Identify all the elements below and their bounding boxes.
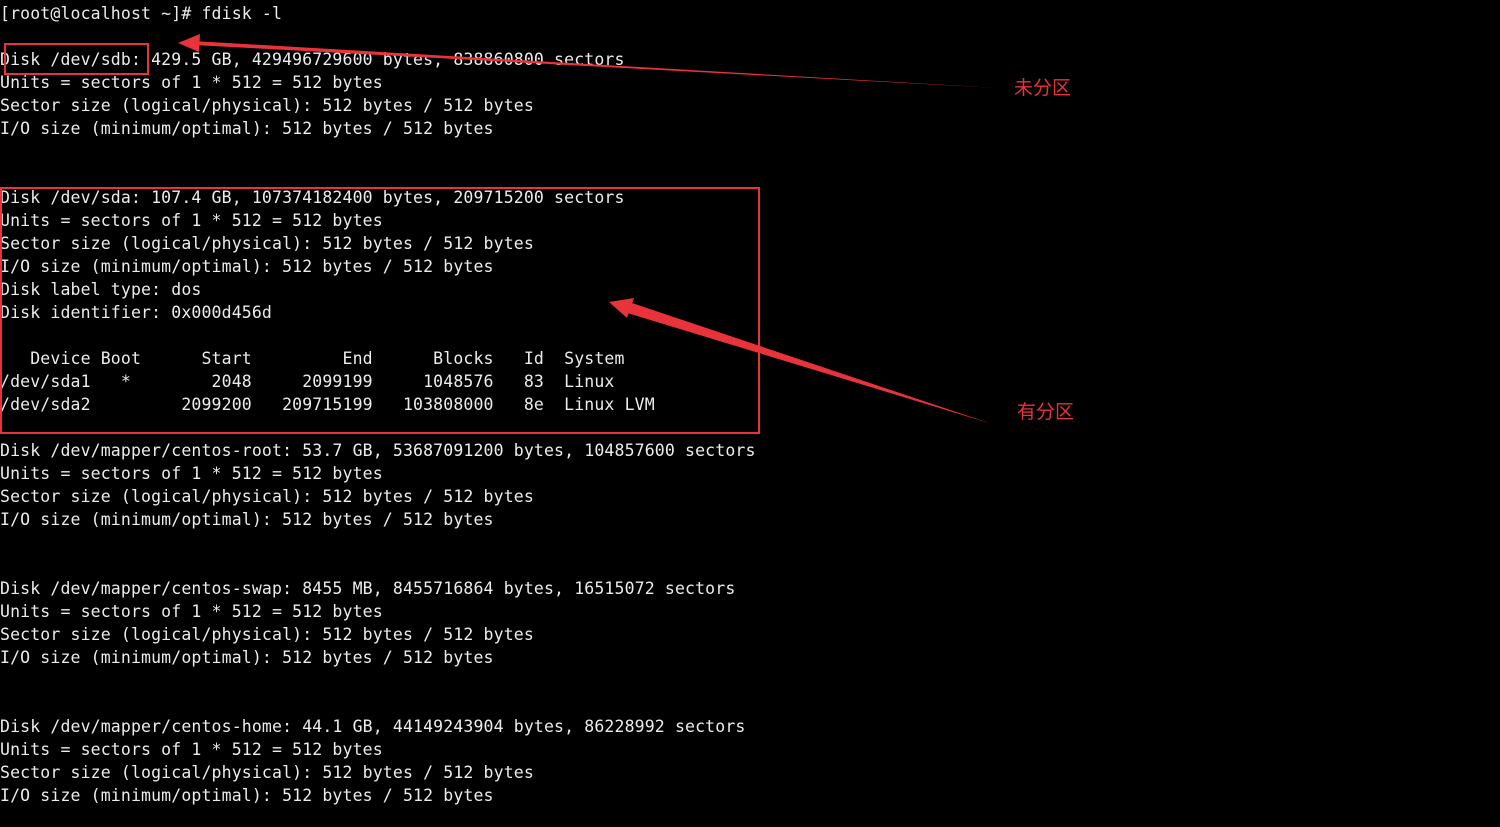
terminal-line: Sector size (logical/physical): 512 byte… bbox=[0, 763, 534, 782]
terminal-line: I/O size (minimum/optimal): 512 bytes / … bbox=[0, 257, 494, 276]
terminal-line: Device Boot Start End Blocks Id System bbox=[0, 349, 625, 368]
terminal-line: Sector size (logical/physical): 512 byte… bbox=[0, 625, 534, 644]
terminal-line: Sector size (logical/physical): 512 byte… bbox=[0, 96, 534, 115]
terminal-line: Units = sectors of 1 * 512 = 512 bytes bbox=[0, 211, 383, 230]
terminal-line: I/O size (minimum/optimal): 512 bytes / … bbox=[0, 119, 494, 138]
terminal-line: Disk /dev/sdb: 429.5 GB, 429496729600 by… bbox=[0, 50, 625, 69]
terminal-line: I/O size (minimum/optimal): 512 bytes / … bbox=[0, 510, 494, 529]
partitioned-label: 有分区 bbox=[1017, 401, 1075, 423]
terminal-line: /dev/sda2 2099200 209715199 103808000 8e… bbox=[0, 395, 655, 414]
terminal-line: [root@localhost ~]# fdisk -l bbox=[0, 4, 283, 23]
terminal-output[interactable]: [root@localhost ~]# fdisk -l Disk /dev/sd… bbox=[0, 2, 1500, 807]
unpartitioned-label: 未分区 bbox=[1014, 77, 1072, 99]
terminal-line: Units = sectors of 1 * 512 = 512 bytes bbox=[0, 602, 383, 621]
terminal-line: Disk label type: dos bbox=[0, 280, 202, 299]
terminal-line: Sector size (logical/physical): 512 byte… bbox=[0, 234, 534, 253]
terminal-line: Disk /dev/mapper/centos-home: 44.1 GB, 4… bbox=[0, 717, 746, 736]
terminal-line: Disk /dev/mapper/centos-root: 53.7 GB, 5… bbox=[0, 441, 756, 460]
terminal-line: Disk /dev/sda: 107.4 GB, 107374182400 by… bbox=[0, 188, 625, 207]
terminal-line: Disk identifier: 0x000d456d bbox=[0, 303, 272, 322]
terminal-line: I/O size (minimum/optimal): 512 bytes / … bbox=[0, 648, 494, 667]
terminal-line: /dev/sda1 * 2048 2099199 1048576 83 Linu… bbox=[0, 372, 615, 391]
terminal-line: I/O size (minimum/optimal): 512 bytes / … bbox=[0, 786, 494, 805]
terminal-line: Sector size (logical/physical): 512 byte… bbox=[0, 487, 534, 506]
terminal-line: Units = sectors of 1 * 512 = 512 bytes bbox=[0, 740, 383, 759]
terminal-line: Units = sectors of 1 * 512 = 512 bytes bbox=[0, 464, 383, 483]
terminal-line: Disk /dev/mapper/centos-swap: 8455 MB, 8… bbox=[0, 579, 736, 598]
terminal-line: Units = sectors of 1 * 512 = 512 bytes bbox=[0, 73, 383, 92]
